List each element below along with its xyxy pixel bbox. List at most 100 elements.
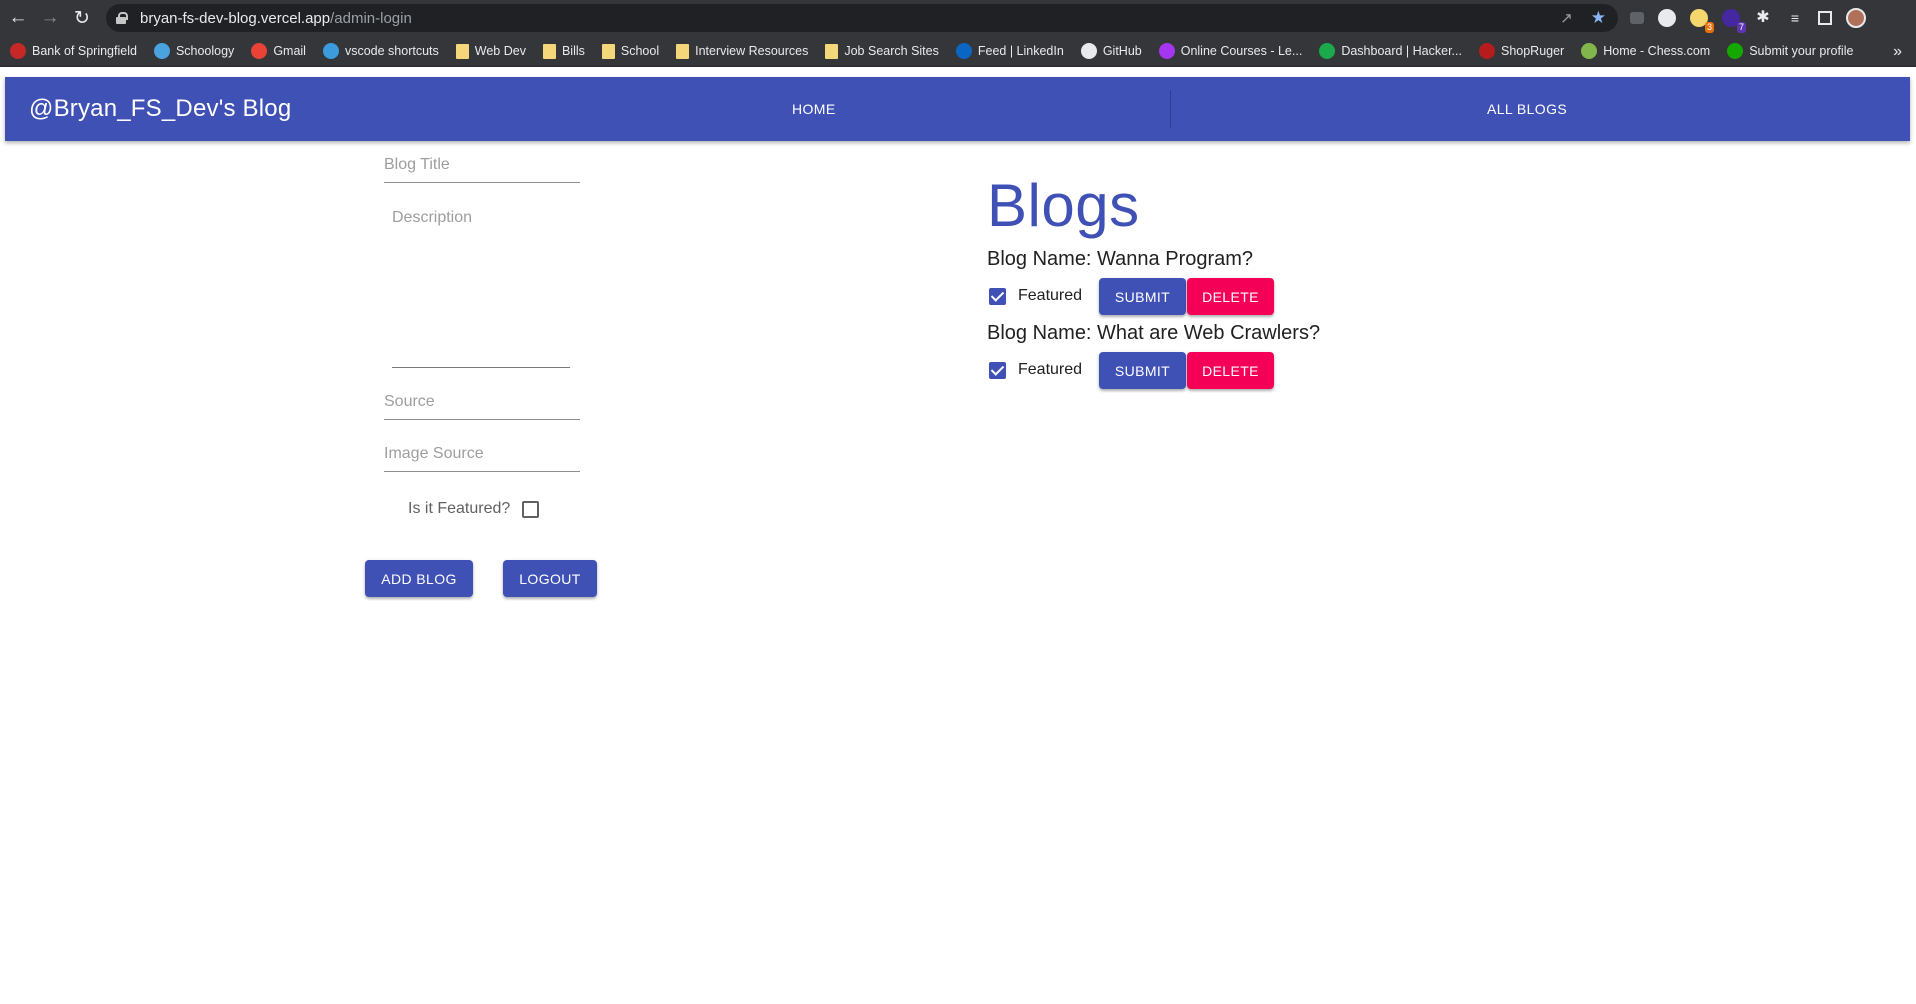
bookmark-item[interactable]: GitHub xyxy=(1080,39,1142,63)
profile-avatar[interactable] xyxy=(1846,8,1866,28)
schoology-icon xyxy=(153,43,170,59)
bookmark-item[interactable]: Bills xyxy=(542,39,585,63)
back-arrow-icon[interactable]: ← xyxy=(2,0,34,36)
bookmark-label: Gmail xyxy=(273,44,306,58)
featured-row: Is it Featured? xyxy=(408,500,540,518)
bookmark-item[interactable]: Web Dev xyxy=(455,39,526,63)
field-underline xyxy=(384,182,580,183)
bookmark-item[interactable]: ShopRuger xyxy=(1478,39,1565,63)
image-source-field[interactable]: Image Source xyxy=(384,445,580,473)
url-path: /admin-login xyxy=(330,9,412,27)
featured-checkbox[interactable] xyxy=(522,500,540,518)
bookmark-label: GitHub xyxy=(1102,44,1142,58)
bookmark-label: School xyxy=(620,44,660,58)
blogs-heading: Blogs xyxy=(987,172,1140,239)
bookmark-item[interactable]: Interview Resources xyxy=(676,39,808,63)
logout-button[interactable]: LOGOUT xyxy=(503,560,597,597)
blog-item-controls: Featured SUBMIT DELETE xyxy=(987,352,1387,389)
bookmark-item[interactable]: Schoology xyxy=(153,39,235,63)
extensions-puzzle-icon[interactable]: ✱ xyxy=(1754,9,1772,27)
lock-icon[interactable] xyxy=(116,12,128,24)
bookmarks-overflow-icon[interactable]: » xyxy=(1893,36,1902,67)
bookmark-item[interactable]: Dashboard | Hacker... xyxy=(1319,39,1462,63)
bookmark-item[interactable]: vscode shortcuts xyxy=(322,39,439,63)
bookmark-item[interactable]: School xyxy=(601,39,660,63)
site-title[interactable]: @Bryan_FS_Dev's Blog xyxy=(29,95,291,123)
upwork-icon xyxy=(1727,43,1744,59)
submit-button[interactable]: SUBMIT xyxy=(1099,352,1186,389)
url-host: bryan-fs-dev-blog.vercel.app xyxy=(140,9,331,27)
ruger-icon xyxy=(1478,43,1495,59)
featured-question-label: Is it Featured? xyxy=(408,500,511,517)
bookmark-label: Bills xyxy=(561,44,585,58)
bookmark-item[interactable]: Job Search Sites xyxy=(825,39,939,63)
blog-item-controls: Featured SUBMIT DELETE xyxy=(987,278,1387,315)
field-underline xyxy=(384,419,580,420)
image-source-placeholder: Image Source xyxy=(384,445,484,462)
hackerrank-icon xyxy=(1319,43,1336,59)
extension-grammar-icon[interactable] xyxy=(1658,9,1676,27)
delete-button[interactable]: DELETE xyxy=(1187,352,1274,389)
bookmark-label: ShopRuger xyxy=(1500,44,1565,58)
folder-icon xyxy=(676,43,690,59)
add-blog-button[interactable]: ADD BLOG xyxy=(365,560,473,597)
folder-icon xyxy=(825,43,839,59)
blog-name-label: Blog Name: Wanna Program? xyxy=(987,248,1254,270)
nav-home-link[interactable]: HOME xyxy=(792,77,836,141)
blog-title-field[interactable]: Blog Title xyxy=(384,156,580,184)
bookmark-label: Job Search Sites xyxy=(844,44,939,58)
forward-arrow-icon[interactable]: → xyxy=(34,0,66,36)
field-underline xyxy=(384,471,580,472)
app-bar: @Bryan_FS_Dev's Blog HOME ALL BLOGS xyxy=(5,77,1910,141)
featured-checkbox-checked[interactable] xyxy=(989,288,1006,305)
bookmark-label: Bank of Springfield xyxy=(32,44,137,58)
delete-button[interactable]: DELETE xyxy=(1187,278,1274,315)
bookmark-label: Home - Chess.com xyxy=(1603,44,1711,58)
extension-download-icon[interactable] xyxy=(1630,12,1644,24)
bookmark-label: Online Courses - Le... xyxy=(1180,44,1303,58)
share-icon[interactable]: ↗ xyxy=(1560,9,1573,27)
field-underline xyxy=(392,367,570,368)
extension-hexagon-icon[interactable]: 7 xyxy=(1722,9,1746,33)
reading-list-icon[interactable]: ≡ xyxy=(1786,9,1804,27)
nav-divider xyxy=(1170,90,1171,128)
bookmark-item[interactable]: Gmail xyxy=(251,39,306,63)
bookmark-label: Interview Resources xyxy=(695,44,809,58)
bookmark-label: Feed | LinkedIn xyxy=(977,44,1064,58)
side-panel-icon[interactable] xyxy=(1818,11,1832,25)
gmail-icon xyxy=(251,43,268,59)
bookmark-item[interactable]: Bank of Springfield xyxy=(10,39,137,63)
featured-checkbox-checked[interactable] xyxy=(989,362,1006,379)
bookmark-label: Submit your profile xyxy=(1749,44,1854,58)
bookmark-label: vscode shortcuts xyxy=(344,44,439,58)
bookmark-item[interactable]: Online Courses - Le... xyxy=(1158,39,1303,63)
bookmark-item[interactable]: Feed | LinkedIn xyxy=(955,39,1064,63)
nav-all-blogs-link[interactable]: ALL BLOGS xyxy=(1487,77,1567,141)
browser-toolbar: ← → ↻ bryan-fs-dev-blog.vercel.app/admin… xyxy=(0,0,1916,36)
description-field[interactable]: Description xyxy=(392,209,570,368)
source-placeholder: Source xyxy=(384,393,435,410)
github-icon xyxy=(1080,43,1097,59)
reload-icon[interactable]: ↻ xyxy=(66,0,98,36)
blog-name-label: Blog Name: What are Web Crawlers? xyxy=(987,322,1321,344)
bookmark-item[interactable]: Home - Chess.com xyxy=(1581,39,1710,63)
address-bar[interactable]: bryan-fs-dev-blog.vercel.app/admin-login… xyxy=(106,4,1618,32)
description-placeholder: Description xyxy=(392,209,473,226)
extension-badge: 7 xyxy=(1736,22,1746,33)
extension-badge: 3 xyxy=(1704,22,1714,33)
folder-icon xyxy=(601,43,615,59)
extension-bubbles-icon[interactable]: 3 xyxy=(1690,9,1714,33)
folder-icon xyxy=(542,43,556,59)
bookmarks-bar: Bank of Springfield Schoology Gmail vscode … xyxy=(0,36,1916,67)
bank-icon xyxy=(10,43,26,59)
linkedin-icon xyxy=(955,43,972,59)
submit-button[interactable]: SUBMIT xyxy=(1099,278,1186,315)
bookmark-label: Dashboard | Hacker... xyxy=(1341,44,1462,58)
source-field[interactable]: Source xyxy=(384,393,580,421)
bookmark-label: Schoology xyxy=(175,44,235,58)
featured-label: Featured xyxy=(1018,361,1083,378)
bookmark-star-icon[interactable]: ★ xyxy=(1591,8,1606,28)
udemy-icon xyxy=(1158,43,1175,59)
bookmark-item[interactable]: Submit your profile xyxy=(1727,39,1853,63)
bookmark-label: Web Dev xyxy=(474,44,526,58)
